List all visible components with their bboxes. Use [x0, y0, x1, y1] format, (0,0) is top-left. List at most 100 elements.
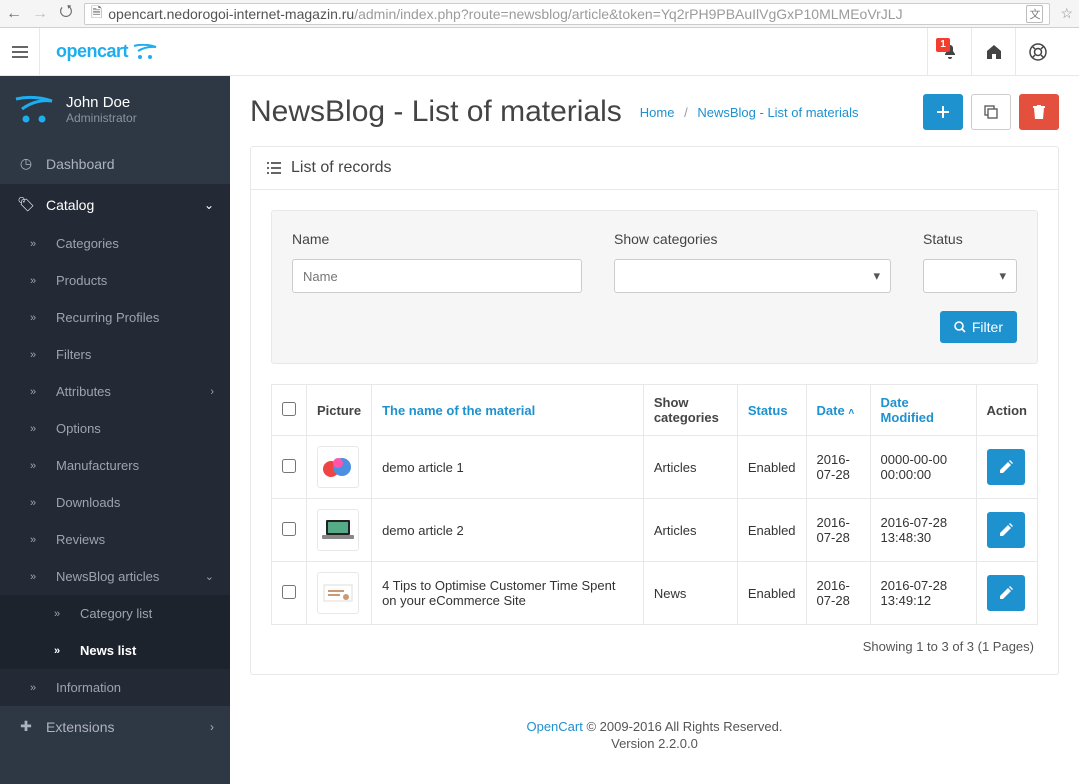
back-button[interactable]: ←: [6, 5, 22, 23]
sidebar-item-catalog[interactable]: 🏷 Catalog ⌄: [0, 184, 230, 225]
home-button[interactable]: [971, 28, 1015, 75]
th-category: Show categories: [643, 385, 737, 436]
edit-button[interactable]: [987, 449, 1025, 485]
notifications-button[interactable]: 1: [927, 28, 971, 75]
sidebar-item-dashboard[interactable]: ◷ Dashboard: [0, 143, 230, 184]
puzzle-icon: ✚: [16, 718, 36, 735]
filter-status-select[interactable]: ▾: [923, 259, 1017, 293]
sidebar-label: Dashboard: [46, 156, 115, 172]
trash-icon: [1033, 105, 1045, 119]
delete-button[interactable]: [1019, 94, 1059, 130]
table-row: 4 Tips to Optimise Customer Time Spent o…: [272, 562, 1038, 625]
chevron-down-icon: ⌄: [204, 198, 214, 212]
filter-category-label: Show categories: [614, 231, 891, 247]
sidebar-sub-downloads[interactable]: »Downloads: [0, 484, 230, 521]
sidebar-sub-reviews[interactable]: »Reviews: [0, 521, 230, 558]
edit-button[interactable]: [987, 575, 1025, 611]
sidebar-sub-news-list[interactable]: »News list: [0, 632, 230, 669]
forward-button[interactable]: →: [32, 5, 48, 23]
arrow-icon: »: [30, 423, 46, 435]
dashboard-icon: ◷: [16, 155, 36, 172]
th-date-label: Date: [817, 403, 845, 418]
sidebar-sub-manufacturers[interactable]: »Manufacturers: [0, 447, 230, 484]
list-panel: List of records Name Show categories ▾: [250, 146, 1059, 675]
row-category: Articles: [643, 436, 737, 499]
th-picture: Picture: [307, 385, 372, 436]
breadcrumb-home[interactable]: Home: [640, 105, 675, 120]
row-name: demo article 2: [372, 499, 644, 562]
add-button[interactable]: [923, 94, 963, 130]
th-status[interactable]: Status: [748, 403, 788, 418]
url-bar[interactable]: 🗎 opencart.nedorogoi-internet-magazin.ru…: [84, 3, 1050, 25]
arrow-icon: »: [30, 497, 46, 509]
sidebar-sub-options[interactable]: »Options: [0, 410, 230, 447]
sidebar-sub-information[interactable]: »Information: [0, 669, 230, 706]
row-modified: 0000-00-00 00:00:00: [870, 436, 976, 499]
sidebar-label: Category list: [80, 606, 152, 621]
table-row: demo article 1ArticlesEnabled2016-07-280…: [272, 436, 1038, 499]
translate-icon[interactable]: 文: [1026, 5, 1043, 23]
th-action: Action: [976, 385, 1037, 436]
sidebar-sub-categories[interactable]: »Categories: [0, 225, 230, 262]
sidebar-sub-attributes[interactable]: »Attributes›: [0, 373, 230, 410]
arrow-icon: »: [30, 349, 46, 361]
sidebar-item-extensions[interactable]: ✚Extensions›: [0, 706, 230, 747]
user-role: Administrator: [66, 111, 137, 125]
sidebar-sub-products[interactable]: »Products: [0, 262, 230, 299]
panel-title: List of records: [291, 159, 391, 177]
url-path: /admin/index.php?route=newsblog/article&…: [354, 6, 902, 22]
sidebar-label: Catalog: [46, 197, 94, 213]
edit-button[interactable]: [987, 512, 1025, 548]
row-checkbox[interactable]: [282, 459, 296, 473]
records-table: Picture The name of the material Show ca…: [271, 384, 1038, 625]
topbar-spacer: [1059, 28, 1079, 75]
plus-icon: [937, 106, 949, 118]
pencil-icon: [999, 586, 1013, 600]
filter-box: Name Show categories ▾ Status ▾: [271, 210, 1038, 364]
filter-category-select[interactable]: ▾: [614, 259, 891, 293]
row-thumbnail: [317, 572, 359, 614]
filter-name-group: Name: [292, 231, 582, 293]
breadcrumb-current[interactable]: NewsBlog - List of materials: [697, 105, 858, 120]
row-checkbox[interactable]: [282, 585, 296, 599]
topbar: opencart 1: [0, 28, 1079, 76]
footer-link[interactable]: OpenCart: [526, 719, 582, 734]
arrow-icon: »: [30, 386, 46, 398]
row-status: Enabled: [737, 436, 806, 499]
reload-button[interactable]: ⭯: [58, 0, 74, 27]
panel-header: List of records: [251, 147, 1058, 190]
content-area: NewsBlog - List of materials Home / News…: [230, 76, 1079, 784]
tag-icon: 🏷: [16, 196, 36, 213]
select-all-checkbox[interactable]: [282, 402, 296, 416]
sidebar-toggle[interactable]: [0, 28, 40, 76]
help-button[interactable]: [1015, 28, 1059, 75]
chevron-right-icon: ›: [210, 386, 214, 398]
sidebar-label: Filters: [56, 347, 91, 362]
cart-icon: [12, 95, 56, 125]
copy-button[interactable]: [971, 94, 1011, 130]
row-status: Enabled: [737, 499, 806, 562]
row-checkbox[interactable]: [282, 522, 296, 536]
filter-button[interactable]: Filter: [940, 311, 1017, 343]
sidebar-sub-category-list[interactable]: »Category list: [0, 595, 230, 632]
sidebar-sub-filters[interactable]: » Filters: [0, 336, 230, 373]
filter-name-input[interactable]: [292, 259, 582, 293]
sidebar-sub-recurring[interactable]: »Recurring Profiles: [0, 299, 230, 336]
copy-icon: [984, 105, 998, 119]
chevron-right-icon: ›: [210, 720, 214, 734]
bookmark-icon[interactable]: ☆: [1060, 5, 1073, 22]
th-name[interactable]: The name of the material: [382, 403, 535, 418]
arrow-icon: »: [54, 645, 70, 657]
th-modified[interactable]: Date Modified: [881, 395, 934, 425]
sidebar: John Doe Administrator ◷Dashboard 🏷Catal…: [0, 76, 230, 784]
chevron-down-icon: ▾: [999, 268, 1006, 284]
th-date[interactable]: Date ˄: [817, 403, 855, 418]
pencil-icon: [999, 460, 1013, 474]
pencil-icon: [999, 523, 1013, 537]
sidebar-sub-newsblog[interactable]: »NewsBlog articles⌄: [0, 558, 230, 595]
footer: OpenCart © 2009-2016 All Rights Reserved…: [230, 695, 1079, 765]
search-icon: [954, 321, 966, 333]
logo[interactable]: opencart: [40, 41, 174, 62]
lifebuoy-icon: [1029, 43, 1047, 61]
notification-badge: 1: [936, 38, 950, 52]
